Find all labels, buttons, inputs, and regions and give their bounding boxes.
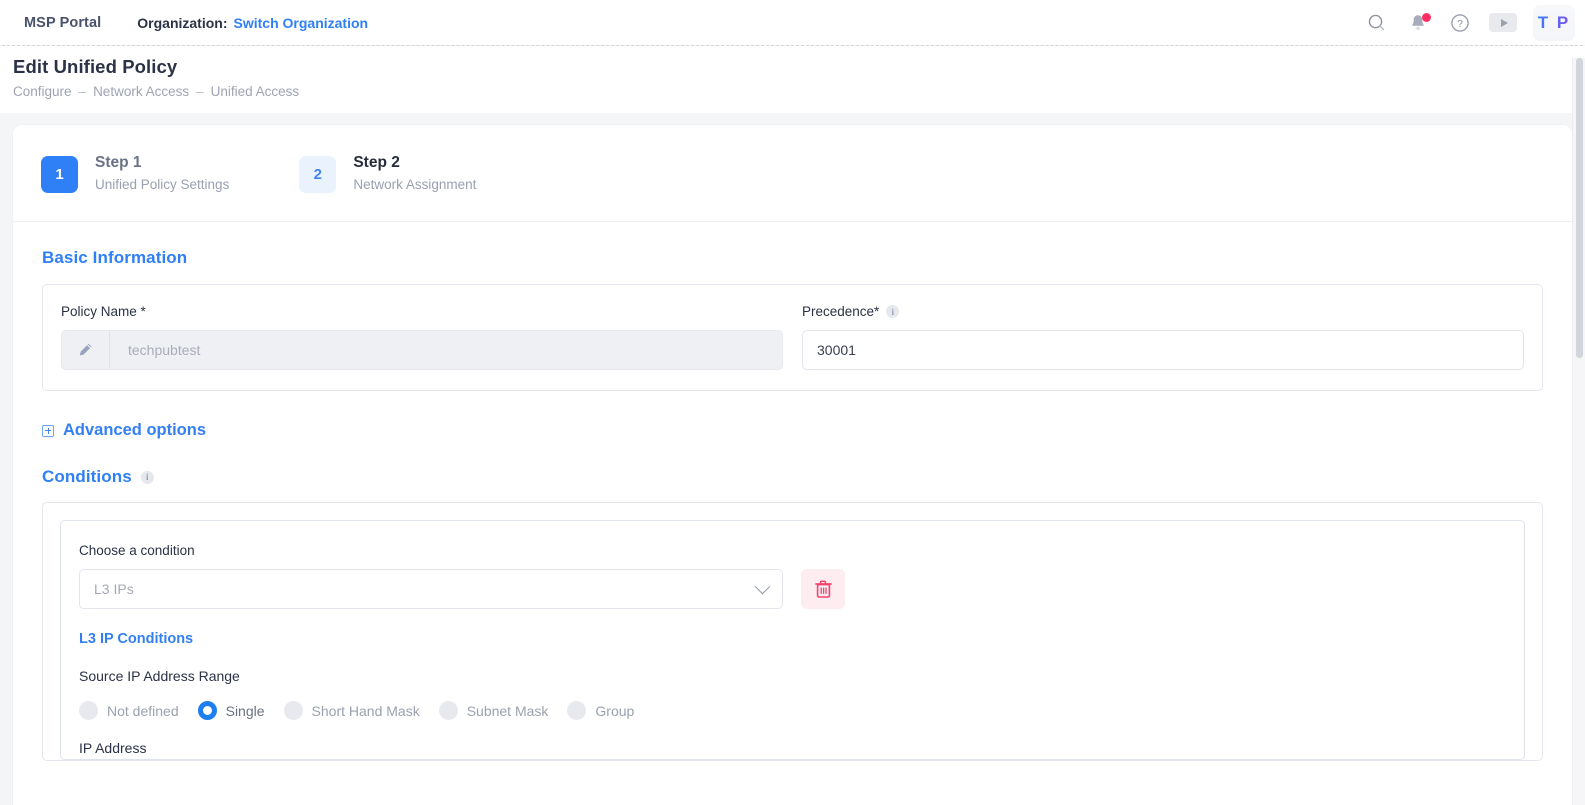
radio-dot: [284, 701, 303, 720]
basic-information-title: Basic Information: [42, 248, 1543, 268]
condition-select-value: L3 IPs: [94, 581, 134, 597]
radio-dot: [567, 701, 586, 720]
basic-information-section: Basic Information Policy Name * techpubt…: [13, 248, 1572, 391]
breadcrumb-item-network-access[interactable]: Network Access: [93, 84, 189, 99]
radio-label: Group: [595, 703, 634, 719]
conditions-title-row: Conditions i: [42, 467, 1543, 487]
step-indicator: 1 Step 1 Unified Policy Settings 2 Step …: [13, 125, 1572, 222]
info-icon[interactable]: i: [886, 305, 899, 318]
conditions-outer-card: Choose a condition L3 IPs: [42, 502, 1543, 761]
l3-ip-conditions-link[interactable]: L3 IP Conditions: [79, 631, 193, 647]
step-2[interactable]: 2 Step 2 Network Assignment: [299, 153, 476, 195]
top-bar-actions: ? T P: [1363, 0, 1575, 45]
step-2-badge: 2: [299, 156, 336, 193]
pencil-icon: [62, 331, 110, 369]
precedence-label: Precedence* i: [802, 304, 1524, 319]
step-1-badge: 1: [41, 156, 78, 193]
radio-label: Short Hand Mask: [312, 703, 420, 719]
scrollbar-thumb[interactable]: [1576, 58, 1583, 358]
chevron-down-icon: [755, 579, 771, 595]
plus-square-icon: [42, 425, 54, 437]
advanced-options-toggle[interactable]: Advanced options: [42, 421, 206, 440]
source-ip-range-label: Source IP Address Range: [79, 668, 1506, 684]
help-circle-icon[interactable]: ?: [1447, 10, 1473, 36]
page-title: Edit Unified Policy: [13, 56, 1585, 78]
policy-name-field: Policy Name * techpubtest: [61, 304, 783, 370]
avatar-initials: T P: [1538, 13, 1570, 33]
step-2-subtitle: Network Assignment: [353, 175, 476, 195]
conditions-section: Conditions i Choose a condition L3 IPs: [13, 467, 1572, 761]
breadcrumb: Configure – Network Access – Unified Acc…: [13, 84, 1585, 99]
source-ip-range-radio-group: Not defined Single Short Hand Mask: [79, 701, 1506, 720]
organization-switcher: Organization: Switch Organization: [137, 15, 368, 31]
top-bar: MSP Portal Organization: Switch Organiza…: [0, 0, 1585, 45]
breadcrumb-separator: –: [196, 84, 204, 99]
radio-not-defined[interactable]: Not defined: [79, 701, 179, 720]
radio-dot-selected: [198, 701, 217, 720]
step-2-title: Step 2: [353, 153, 476, 174]
breadcrumb-item-configure[interactable]: Configure: [13, 84, 72, 99]
advanced-options-section: Advanced options: [13, 421, 1572, 440]
radio-subnet-mask[interactable]: Subnet Mask: [439, 701, 549, 720]
radio-single[interactable]: Single: [198, 701, 265, 720]
radio-group[interactable]: Group: [567, 701, 634, 720]
condition-item: Choose a condition L3 IPs: [60, 520, 1525, 760]
radio-label: Not defined: [107, 703, 179, 719]
choose-condition-label: Choose a condition: [79, 543, 1506, 558]
radio-short-hand-mask[interactable]: Short Hand Mask: [284, 701, 420, 720]
switch-organization-link[interactable]: Switch Organization: [234, 15, 369, 31]
ip-address-label: IP Address: [79, 740, 1506, 756]
avatar[interactable]: T P: [1533, 5, 1575, 41]
step-1[interactable]: 1 Step 1 Unified Policy Settings: [41, 153, 229, 195]
app-brand: MSP Portal: [24, 15, 101, 31]
precedence-field: Precedence* i 30001: [802, 304, 1524, 370]
breadcrumb-item-unified-access[interactable]: Unified Access: [211, 84, 300, 99]
radio-dot: [439, 701, 458, 720]
advanced-options-label: Advanced options: [63, 421, 206, 440]
step-1-subtitle: Unified Policy Settings: [95, 175, 229, 195]
policy-name-input: techpubtest: [61, 330, 783, 370]
precedence-label-text: Precedence*: [802, 304, 879, 319]
conditions-title: Conditions: [42, 467, 132, 487]
radio-dot: [79, 701, 98, 720]
precedence-value: 30001: [817, 342, 856, 358]
page-header: Edit Unified Policy Configure – Network …: [0, 46, 1585, 113]
page-body: 1 Step 1 Unified Policy Settings 2 Step …: [0, 113, 1585, 805]
delete-condition-button[interactable]: [801, 569, 845, 609]
bell-icon[interactable]: [1405, 10, 1431, 36]
condition-select[interactable]: L3 IPs: [79, 569, 783, 609]
basic-information-panel: Policy Name * techpubtest Preceden: [42, 284, 1543, 391]
radio-label: Subnet Mask: [467, 703, 549, 719]
organization-label: Organization:: [137, 15, 227, 31]
content-card: 1 Step 1 Unified Policy Settings 2 Step …: [13, 125, 1572, 805]
play-icon[interactable]: [1489, 13, 1517, 32]
precedence-input[interactable]: 30001: [802, 330, 1524, 370]
policy-name-value: techpubtest: [110, 342, 200, 358]
notification-badge: [1422, 13, 1431, 22]
condition-select-row: L3 IPs: [79, 569, 1506, 609]
info-icon[interactable]: i: [141, 471, 154, 484]
breadcrumb-separator: –: [79, 84, 87, 99]
page-scrollbar[interactable]: [1572, 58, 1585, 805]
step-1-title: Step 1: [95, 153, 229, 174]
play-triangle: [1501, 19, 1508, 27]
policy-name-label: Policy Name *: [61, 304, 783, 319]
search-icon[interactable]: [1363, 10, 1389, 36]
svg-text:?: ?: [1457, 18, 1463, 30]
radio-label: Single: [226, 703, 265, 719]
